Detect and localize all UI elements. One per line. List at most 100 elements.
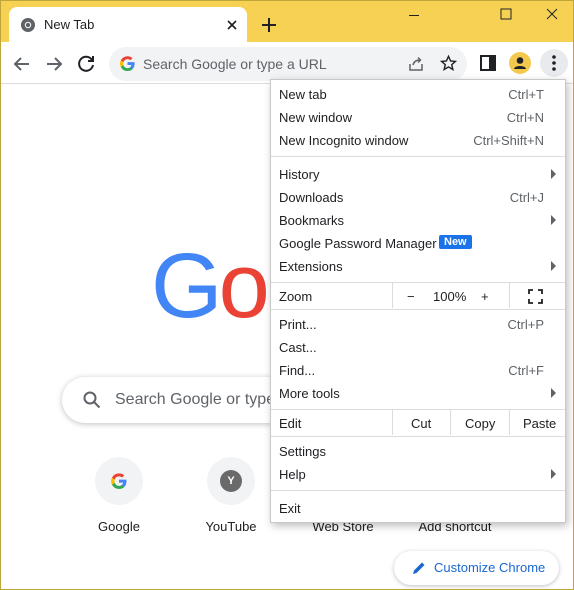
menu-item-label: Help: [279, 467, 306, 482]
menu-item-label: New window: [279, 110, 352, 125]
menu-separator: [271, 490, 565, 491]
submenu-arrow-icon: [551, 388, 556, 398]
three-dots-vertical-icon: [552, 55, 556, 71]
menu-item-print[interactable]: Print... Ctrl+P: [271, 313, 565, 336]
browser-toolbar: Search Google or type a URL: [1, 42, 573, 84]
menu-item-shortcut: Ctrl+Shift+N: [473, 133, 544, 148]
menu-item-cast[interactable]: Cast...: [271, 336, 565, 359]
chrome-favicon-icon: [21, 18, 35, 32]
menu-item-new-tab[interactable]: New tab Ctrl+T: [271, 83, 565, 106]
menu-item-shortcut: Ctrl+T: [508, 87, 544, 102]
menu-row-edit: Edit Cut Copy Paste: [271, 409, 565, 435]
chrome-main-menu: New tab Ctrl+T New window Ctrl+N New Inc…: [270, 79, 566, 523]
menu-item-new-window[interactable]: New window Ctrl+N: [271, 106, 565, 129]
shortcut-icon-circle: [95, 457, 143, 505]
copy-button[interactable]: Copy: [465, 416, 495, 431]
edit-label: Edit: [279, 416, 302, 431]
menu-item-shortcut: Ctrl+F: [508, 363, 544, 378]
google-logo-letter-g: G: [151, 235, 223, 337]
menu-item-label: Cast...: [279, 340, 317, 355]
fullscreen-icon[interactable]: [528, 289, 543, 304]
menu-separator: [271, 156, 565, 157]
chrome-menu-button[interactable]: [540, 49, 568, 77]
submenu-arrow-icon: [551, 215, 556, 225]
menu-separator: [271, 282, 565, 283]
menu-separator: [271, 409, 565, 410]
menu-item-exit[interactable]: Exit: [271, 497, 565, 520]
menu-item-label: More tools: [279, 386, 340, 401]
shortcut-label: Google: [98, 519, 140, 534]
customize-chrome-button[interactable]: Customize Chrome: [394, 551, 559, 585]
browser-window: New Tab Search Google or type a URL Go S…: [0, 0, 574, 590]
menu-item-label: New tab: [279, 87, 327, 102]
back-arrow-icon[interactable]: [8, 50, 36, 78]
menu-cell-divider: [450, 409, 451, 435]
tab-new-tab[interactable]: New Tab: [9, 7, 247, 42]
bookmark-star-icon[interactable]: [439, 54, 458, 73]
forward-arrow-icon[interactable]: [40, 50, 68, 78]
new-tab-plus-icon[interactable]: [257, 13, 281, 37]
menu-item-bookmarks[interactable]: Bookmarks: [271, 209, 565, 232]
submenu-arrow-icon: [551, 169, 556, 179]
new-badge: New: [439, 235, 472, 249]
menu-item-label: New Incognito window: [279, 133, 409, 148]
menu-item-label: Extensions: [279, 259, 343, 274]
customize-chrome-label: Customize Chrome: [434, 560, 546, 575]
profile-avatar-button[interactable]: [509, 52, 531, 74]
menu-item-downloads[interactable]: Downloads Ctrl+J: [271, 186, 565, 209]
cut-button[interactable]: Cut: [411, 416, 431, 431]
zoom-label: Zoom: [279, 289, 313, 304]
title-bar: New Tab: [1, 1, 574, 42]
menu-item-find[interactable]: Find... Ctrl+F: [271, 359, 565, 382]
person-icon: [514, 57, 526, 69]
menu-item-new-incognito-window[interactable]: New Incognito window Ctrl+Shift+N: [271, 129, 565, 152]
zoom-out-button[interactable]: −: [407, 289, 415, 304]
menu-item-history[interactable]: History: [271, 163, 565, 186]
menu-item-shortcut: Ctrl+J: [509, 190, 544, 205]
ntp-search-placeholder: Search Google or type: [115, 391, 276, 408]
menu-item-label: History: [279, 167, 320, 182]
menu-item-settings[interactable]: Settings: [271, 440, 565, 463]
menu-cell-divider: [392, 409, 393, 435]
search-icon: [83, 391, 101, 409]
share-icon[interactable]: [407, 55, 425, 73]
reload-icon[interactable]: [72, 50, 100, 78]
menu-item-label: Find...: [279, 363, 316, 378]
address-bar-placeholder: Search Google or type a URL: [143, 56, 327, 72]
menu-item-label: Print...: [279, 317, 317, 332]
menu-separator: [271, 309, 565, 310]
close-window-icon[interactable]: [529, 1, 574, 31]
address-bar[interactable]: Search Google or type a URL: [109, 47, 467, 81]
menu-row-zoom: Zoom − 100% +: [271, 282, 565, 308]
google-g-icon: [120, 56, 135, 72]
shortcut-tile-google[interactable]: Google: [63, 457, 175, 534]
submenu-arrow-icon: [551, 261, 556, 271]
menu-item-label: Bookmarks: [279, 213, 345, 228]
youtube-letter-avatar: Y: [220, 470, 242, 492]
google-logo: Go: [151, 235, 270, 337]
menu-item-label: Settings: [279, 444, 326, 459]
menu-cell-divider: [392, 282, 393, 308]
zoom-in-button[interactable]: +: [481, 289, 489, 304]
menu-separator: [271, 436, 565, 437]
close-tab-icon[interactable]: [223, 16, 241, 34]
google-logo-letter-o: o: [218, 235, 270, 337]
menu-item-shortcut: Ctrl+P: [507, 317, 544, 332]
side-panel-icon[interactable]: [478, 53, 498, 73]
pencil-icon: [413, 562, 425, 574]
menu-item-extensions[interactable]: Extensions: [271, 255, 565, 278]
menu-item-help[interactable]: Help: [271, 463, 565, 486]
maximize-icon[interactable]: [483, 1, 529, 31]
paste-button[interactable]: Paste: [523, 416, 556, 431]
menu-item-label: Exit: [279, 501, 301, 516]
menu-item-label: Google Password Manager: [279, 236, 437, 251]
menu-cell-divider: [509, 282, 510, 308]
google-g-icon: [111, 473, 127, 489]
menu-item-more-tools[interactable]: More tools: [271, 382, 565, 405]
menu-item-shortcut: Ctrl+N: [506, 110, 544, 125]
submenu-arrow-icon: [551, 469, 556, 479]
menu-item-google-password-manager[interactable]: Google Password Manager New: [271, 232, 565, 255]
zoom-level: 100%: [433, 289, 467, 304]
menu-cell-divider: [509, 409, 510, 435]
minimize-icon[interactable]: [391, 1, 437, 31]
